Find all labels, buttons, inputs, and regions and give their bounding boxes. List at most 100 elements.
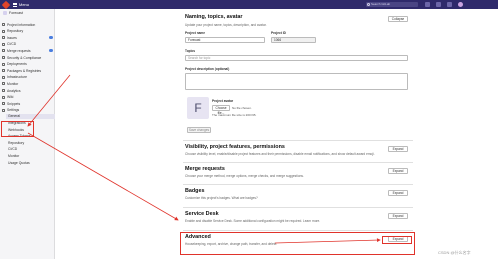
sidebar-item-packages-registries[interactable]: Packages & Registries	[2, 68, 53, 73]
sidebar-item-analytics[interactable]: Analytics	[2, 88, 53, 93]
sidebar-item-label: Settings	[7, 108, 20, 113]
save-changes-button[interactable]: Save changes	[187, 127, 211, 133]
sidebar-item-deployments[interactable]: Deployments	[2, 62, 53, 67]
sidebar-item-label: Packages & Registries	[7, 68, 42, 73]
sidebar-item-label: Monitor	[7, 81, 19, 86]
sidebar-item-icon	[2, 42, 5, 46]
sidebar-item-label: Issues	[7, 35, 17, 40]
sidebar-item-label: Infrastructure	[7, 75, 27, 80]
sidebar-item-label: CI/CD	[7, 42, 17, 47]
sidebar-item-icon	[2, 23, 5, 26]
merge-requests-title: Merge requests	[185, 166, 225, 172]
top-bar: Menu Search GitLab	[0, 0, 498, 9]
sidebar-item-icon	[2, 89, 5, 92]
collapse-button[interactable]: Collapse	[388, 16, 408, 22]
sidebar-sub-general[interactable]: General	[6, 114, 55, 120]
sidebar-item-icon	[2, 49, 5, 53]
sidebar-item-icon	[2, 75, 5, 79]
sidebar-item-icon	[2, 108, 5, 112]
avatar-preview: F	[187, 97, 209, 119]
project-avatar-icon	[3, 11, 7, 15]
issues-icon[interactable]	[425, 2, 430, 7]
sidebar-project[interactable]: Forecast	[0, 9, 54, 17]
max-size-text: The maximum file size is 200 KB.	[212, 113, 257, 117]
sidebar-item-label: Wiki	[7, 95, 14, 100]
merge-requests-expand-button[interactable]: Expand	[388, 168, 408, 174]
sidebar-item-snippets[interactable]: Snippets	[2, 101, 53, 106]
sidebar-item-label: Deployments	[7, 62, 27, 67]
gitlab-logo-icon[interactable]	[1, 0, 11, 9]
description-label: Project description (optional)	[185, 67, 230, 71]
section-divider	[183, 207, 413, 208]
merge-requests-desc: Choose your merge method, merge options,…	[185, 174, 304, 178]
service-desk-expand-button[interactable]: Expand	[388, 213, 408, 219]
sidebar-sub-usage-quotas[interactable]: Usage Quotas	[8, 161, 30, 165]
sidebar-item-label: Project information	[7, 22, 36, 27]
sidebar-item-settings[interactable]: Settings	[2, 108, 53, 113]
sidebar-item-icon	[2, 62, 5, 66]
advanced-highlight-box	[180, 232, 415, 255]
project-id-label: Project ID	[271, 31, 286, 35]
settings-highlight-box	[1, 121, 34, 137]
section-divider	[183, 140, 413, 141]
choose-file-button[interactable]: Choose file...	[212, 105, 230, 115]
menu-label: Menu	[19, 2, 30, 7]
sidebar-item-monitor[interactable]: Monitor	[2, 81, 53, 86]
sidebar-item-icon	[2, 29, 5, 33]
sidebar-sub-monitor[interactable]: Monitor	[8, 154, 19, 158]
avatar-label: Project avatar	[212, 99, 234, 103]
menu-button[interactable]: Menu	[13, 2, 29, 7]
sidebar-item-security-compliance[interactable]: Security & Compliance	[2, 55, 53, 60]
sidebar-item-infrastructure[interactable]: Infrastructure	[2, 75, 53, 80]
sidebar-project-name: Forecast	[9, 11, 23, 15]
sidebar-item-ci-cd[interactable]: CI/CD	[2, 42, 53, 47]
description-textarea[interactable]	[185, 73, 408, 90]
sidebar-item-icon	[2, 102, 5, 106]
todo-icon[interactable]	[447, 2, 452, 7]
user-avatar[interactable]	[458, 2, 463, 7]
naming-title: Naming, topics, avatar	[185, 14, 243, 20]
count-badge	[49, 36, 53, 40]
service-desk-title: Service Desk	[185, 211, 219, 217]
search-input[interactable]: Search GitLab	[366, 2, 418, 7]
sidebar-item-label: Repository	[7, 29, 24, 34]
sidebar-item-icon	[2, 36, 5, 40]
no-file-text: No file chosen.	[232, 106, 252, 110]
service-desk-desc: Enable and disable Service Desk. Some ad…	[185, 219, 321, 223]
sidebar-item-merge-requests[interactable]: Merge requests	[2, 48, 53, 53]
sidebar-item-icon	[2, 56, 5, 59]
expand-highlight-box	[382, 236, 412, 244]
sidebar-item-label: Snippets	[7, 101, 21, 106]
sidebar-item-label: Merge requests	[7, 48, 31, 53]
sidebar-item-project-information[interactable]: Project information	[2, 22, 53, 27]
sidebar-item-wiki[interactable]: Wiki	[2, 95, 53, 100]
project-name-field[interactable]: Forecast	[185, 37, 265, 43]
badges-title: Badges	[185, 188, 205, 194]
naming-desc: Update your project name, topics, descri…	[185, 23, 267, 27]
project-name-label: Project name	[185, 31, 206, 35]
sidebar-item-label: Analytics	[7, 88, 21, 93]
merge-request-icon[interactable]	[436, 2, 441, 7]
sidebar-item-issues[interactable]: Issues	[2, 35, 53, 40]
sidebar-item-icon	[2, 82, 5, 86]
search-icon	[367, 3, 370, 6]
sidebar-item-icon	[2, 95, 5, 99]
screen: Menu Search GitLab Forecast Project info…	[0, 0, 498, 259]
sidebar-item-label: Security & Compliance	[7, 55, 42, 60]
topics-input[interactable]: Search for topic	[185, 55, 408, 61]
sidebar-item-repository[interactable]: Repository	[2, 29, 53, 34]
top-actions	[425, 2, 463, 7]
topics-label: Topics	[185, 49, 196, 53]
section-divider	[183, 230, 413, 231]
hamburger-icon	[13, 2, 17, 7]
visibility-project-features-permissions-title: Visibility, project features, permission…	[185, 144, 285, 150]
visibility-project-features-permissions-desc: Choose visibility level, enable/disable …	[185, 152, 375, 156]
project-id-field: 1066	[271, 37, 316, 43]
sidebar-sub-ci-cd[interactable]: CI/CD	[8, 147, 17, 151]
badges-expand-button[interactable]: Expand	[388, 190, 408, 196]
watermark: CSDN @什么名字	[438, 250, 471, 255]
section-divider	[183, 162, 413, 163]
sidebar-sub-repository[interactable]: Repository	[8, 141, 24, 145]
sidebar-item-icon	[2, 69, 5, 73]
visibility-project-features-permissions-expand-button[interactable]: Expand	[388, 146, 408, 152]
